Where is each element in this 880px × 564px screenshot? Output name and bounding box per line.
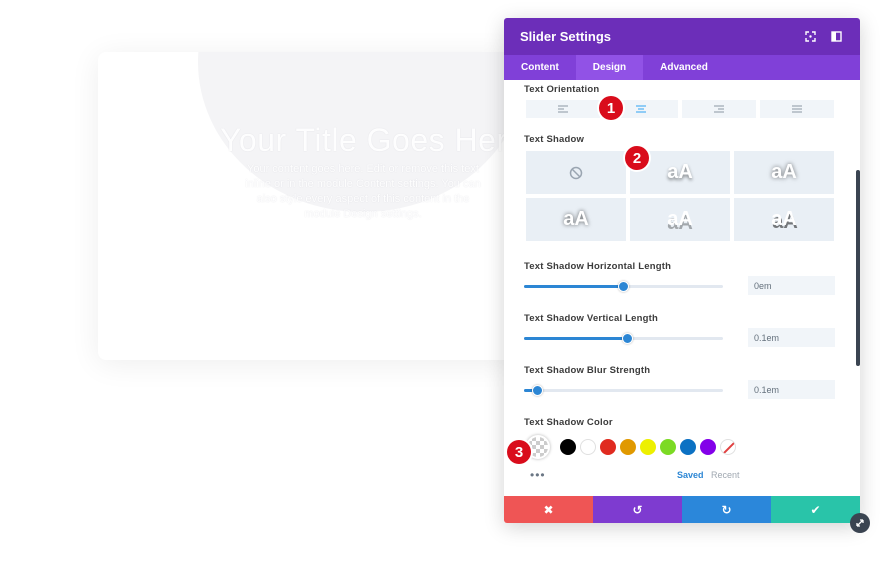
sidebar-toggle-icon[interactable] [828,29,844,45]
blur-strength-slider[interactable] [524,385,723,396]
color-swatch-3[interactable] [600,439,616,455]
text-orientation-options [526,100,834,118]
tab-advanced[interactable]: Advanced [643,55,725,80]
color-swatch-4[interactable] [620,439,636,455]
blur-strength-input[interactable] [748,380,835,399]
shadow-preset-4[interactable]: aA [630,198,730,241]
expand-icon[interactable] [802,29,818,45]
tab-content[interactable]: Content [504,55,576,80]
clear-color-swatch[interactable] [720,439,736,455]
panel-tabs: Content Design Advanced [504,55,860,80]
slider-handle[interactable] [621,333,633,344]
shadow-preset-5[interactable]: aA [734,198,834,241]
saved-colors-tab[interactable]: Saved [677,470,704,480]
redo-button[interactable]: ↻ [682,496,771,523]
step-badge-1: 1 [599,96,623,120]
align-left-icon [558,105,568,113]
horizontal-length-label: Text Shadow Horizontal Length [524,261,672,272]
shadow-color-label: Text Shadow Color [524,417,613,428]
resize-handle-icon[interactable] [850,513,870,533]
horizontal-length-slider[interactable] [524,281,723,292]
vertical-length-input[interactable] [748,328,835,347]
slider-handle[interactable] [618,281,629,292]
align-right-button[interactable] [682,100,756,118]
panel-title: Slider Settings [520,29,612,44]
slider-handle[interactable] [532,385,544,396]
color-swatches [560,439,720,455]
color-swatch-2[interactable] [580,439,596,455]
color-swatch-7[interactable] [680,439,696,455]
shadow-none-option[interactable] [526,151,626,194]
no-shadow-icon [569,166,583,179]
shadow-preset-3[interactable]: aA [526,198,626,241]
step-badge-3: 3 [507,440,531,464]
shadow-color-row [526,435,740,459]
slider-fill [524,337,628,340]
page: Your Title Goes Here Your content goes h… [0,0,880,564]
slider-fill [524,285,624,288]
align-left-button[interactable] [526,100,600,118]
color-swatch-5[interactable] [640,439,656,455]
align-right-icon [714,105,724,113]
undo-button[interactable]: ↺ [593,496,682,523]
panel-footer: ✖ ↺ ↻ ✔ [504,496,860,523]
horizontal-length-input[interactable] [748,276,835,295]
align-center-icon [636,105,646,113]
text-shadow-label: Text Shadow [524,134,585,145]
more-options-icon[interactable]: ••• [530,468,546,482]
panel-header: Slider Settings [504,18,860,55]
blur-strength-label: Text Shadow Blur Strength [524,365,651,376]
preview-title: Your Title Goes Here [220,122,518,158]
color-swatch-8[interactable] [700,439,716,455]
slider-settings-panel: Slider Settings Content Design Advanced … [504,18,860,523]
cancel-button[interactable]: ✖ [504,496,593,523]
shadow-preset-2[interactable]: aA [734,151,834,194]
vertical-length-label: Text Shadow Vertical Length [524,313,659,324]
color-swatch-1[interactable] [560,439,576,455]
text-shadow-presets: aA aA aA aA aA [526,151,834,241]
save-button[interactable]: ✔ [771,496,860,523]
step-badge-2: 2 [625,146,649,170]
vertical-length-slider[interactable] [524,333,723,344]
panel-body: Text Orientation Text Shadow aA aA aA aA… [504,80,860,496]
recent-colors-tab[interactable]: Recent [711,470,740,480]
panel-scrollbar[interactable] [856,170,860,366]
align-justify-icon [792,105,802,113]
preview-body-text: Your content goes here. Edit or remove t… [245,163,481,220]
slider-preview[interactable]: Your Title Goes Here Your content goes h… [98,52,518,360]
align-justify-button[interactable] [760,100,834,118]
tab-design[interactable]: Design [575,55,644,80]
color-swatch-6[interactable] [660,439,676,455]
text-orientation-label: Text Orientation [524,84,600,95]
